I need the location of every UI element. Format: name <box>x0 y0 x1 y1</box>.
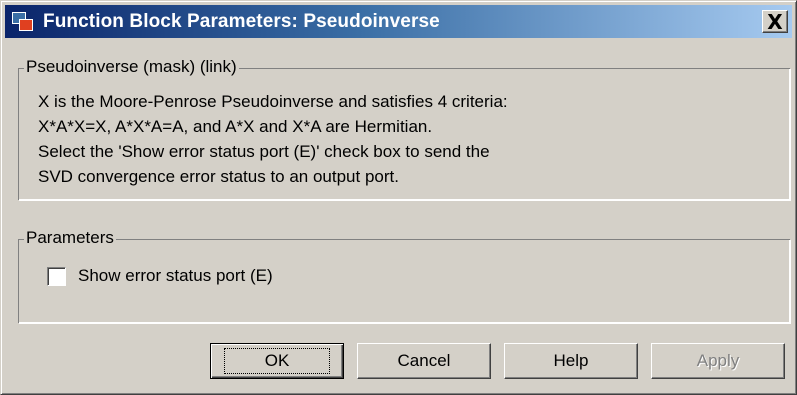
show-error-status-row[interactable]: Show error status port (E) <box>47 266 273 286</box>
ok-button[interactable]: OK <box>210 343 344 379</box>
help-button-label: Help <box>553 351 589 370</box>
parameters-group: Parameters Show error status port (E) <box>18 228 790 323</box>
title-bar[interactable]: Function Block Parameters: Pseudoinverse… <box>5 5 792 38</box>
cancel-button[interactable]: Cancel <box>357 343 491 379</box>
description-group-legend: Pseudoinverse (mask) (link) <box>24 57 239 77</box>
show-error-status-label[interactable]: Show error status port (E) <box>78 266 273 286</box>
description-group: Pseudoinverse (mask) (link) X is the Moo… <box>18 57 790 200</box>
simulink-block-icon[interactable] <box>11 10 35 34</box>
ok-button-label: OK <box>223 348 331 374</box>
help-button[interactable]: Help <box>504 343 638 379</box>
dialog-window: Function Block Parameters: Pseudoinverse… <box>0 0 797 395</box>
window-title: Function Block Parameters: Pseudoinverse <box>43 10 440 32</box>
close-icon[interactable]: X <box>762 10 788 33</box>
description-line-4: SVD convergence error status to an outpu… <box>38 167 399 186</box>
close-label: X <box>767 9 783 34</box>
cancel-button-label: Cancel <box>397 351 451 370</box>
description-line-3: Select the 'Show error status port (E)' … <box>38 142 490 161</box>
apply-button-label: Apply <box>696 351 740 370</box>
parameters-group-legend: Parameters <box>24 228 116 248</box>
show-error-status-checkbox[interactable] <box>47 266 66 286</box>
description-line-1: X is the Moore-Penrose Pseudoinverse and… <box>38 92 508 111</box>
apply-button[interactable]: Apply <box>651 343 785 379</box>
description-line-2: X*A*X=X, A*X*A=A, and A*X and X*A are He… <box>38 117 433 136</box>
